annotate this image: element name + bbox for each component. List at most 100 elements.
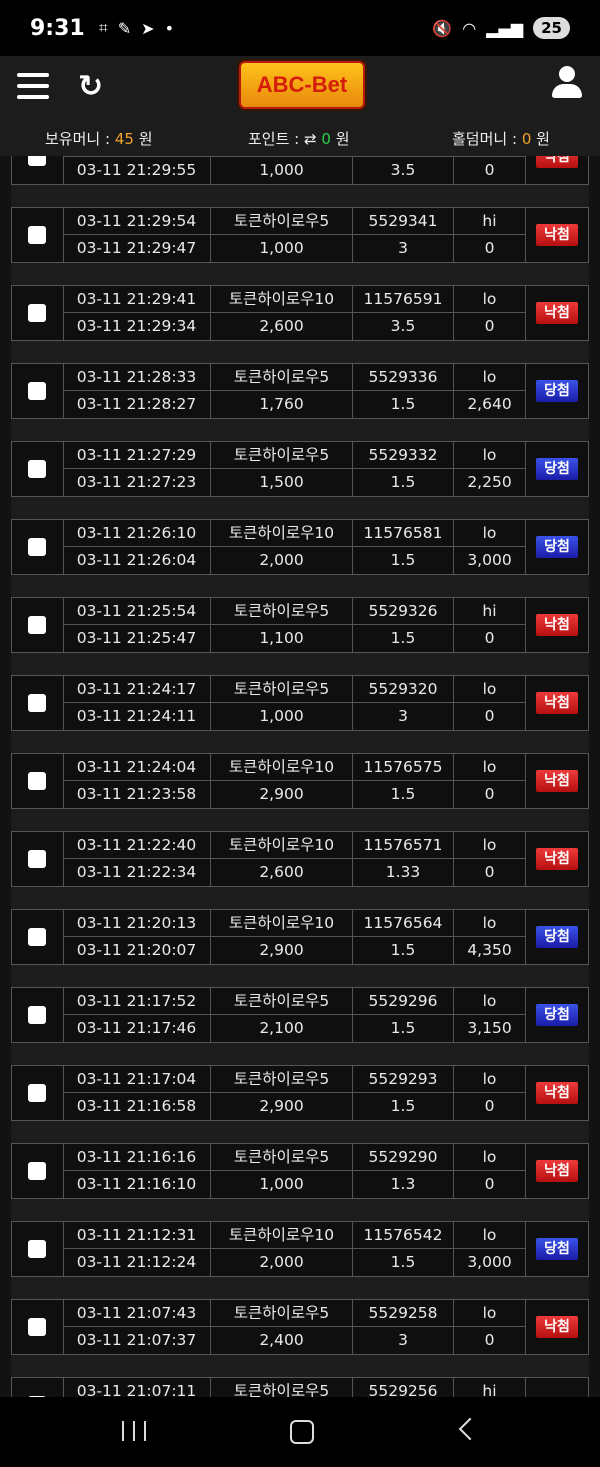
- holdem-balance: 홀덤머니 : 0 원: [452, 128, 550, 149]
- system-icons: 🔇 ◠ ▂▄▆ 25: [432, 17, 570, 39]
- row-separator: [11, 1121, 589, 1143]
- bet-amount: 1,000: [211, 235, 353, 262]
- pick: hi: [454, 208, 526, 235]
- result-badge[interactable]: 낙첨: [536, 770, 578, 792]
- result-cell: 낙첨: [526, 598, 588, 652]
- result-badge[interactable]: 낙첨: [536, 224, 578, 246]
- user-icon[interactable]: [550, 66, 584, 100]
- bet-checkbox[interactable]: [28, 304, 46, 322]
- game-name: 토큰하이로우10: [211, 1222, 353, 1249]
- result-badge[interactable]: 낙첨: [536, 1316, 578, 1338]
- checkbox-cell: [12, 1378, 64, 1397]
- settle-time: 03-11 21:17:46: [63, 1015, 211, 1042]
- holdem-value: 0: [521, 130, 532, 148]
- odds: 1.5: [353, 391, 454, 418]
- payout: 0: [454, 1093, 526, 1120]
- game-name: 토큰하이로우5: [211, 364, 353, 391]
- result-badge[interactable]: 낙첨: [536, 848, 578, 870]
- pick: lo: [454, 1066, 526, 1093]
- bet-time: 03-11 21:07:11: [63, 1378, 211, 1397]
- point-unit: 원: [335, 130, 350, 148]
- game-name: 토큰하이로우10: [211, 754, 353, 781]
- bet-amount: 2,900: [211, 781, 353, 808]
- settle-time: 03-11 21:29:55: [63, 157, 211, 184]
- bet-checkbox[interactable]: [28, 382, 46, 400]
- settle-time: 03-11 21:27:23: [63, 469, 211, 496]
- result-badge[interactable]: 낙첨: [536, 156, 578, 168]
- bet-checkbox[interactable]: [28, 1162, 46, 1180]
- checkbox-cell: [12, 208, 64, 262]
- pick: lo: [454, 364, 526, 391]
- result-badge[interactable]: 당첨: [536, 1004, 578, 1026]
- odds: 3: [353, 703, 454, 730]
- round-number: 11576564: [353, 910, 454, 937]
- bet-checkbox[interactable]: [28, 156, 46, 166]
- bet-checkbox[interactable]: [28, 226, 46, 244]
- payout: 3,000: [454, 1249, 526, 1276]
- settle-time: 03-11 21:24:11: [63, 703, 211, 730]
- pick: lo: [454, 832, 526, 859]
- system-nav-bar: [0, 1397, 600, 1467]
- round-number: 5529296: [353, 988, 454, 1015]
- bet-checkbox[interactable]: [28, 772, 46, 790]
- bet-checkbox[interactable]: [28, 1084, 46, 1102]
- result-badge[interactable]: 당첨: [536, 926, 578, 948]
- payout: 2,640: [454, 391, 526, 418]
- recent-apps-icon[interactable]: [122, 1421, 146, 1441]
- odds: 1.5: [353, 1015, 454, 1042]
- balance-bar: 보유머니 : 45 원 포인트 : ⇄ 0 원 홀덤머니 : 0 원: [0, 118, 600, 156]
- bet-checkbox[interactable]: [28, 1006, 46, 1024]
- result-cell: 낙첨: [526, 832, 588, 886]
- settle-time: 03-11 21:29:34: [63, 313, 211, 340]
- result-badge[interactable]: 낙첨: [536, 302, 578, 324]
- refresh-icon[interactable]: ↻: [78, 69, 103, 104]
- exchange-icon[interactable]: ⇄: [304, 130, 317, 148]
- clock: 9:31: [30, 15, 85, 41]
- bet-amount: 1,000: [211, 703, 353, 730]
- settle-time: 03-11 21:25:47: [63, 625, 211, 652]
- result-badge[interactable]: 낙첨: [536, 1082, 578, 1104]
- bet-row: 03-11 21:12:31 토큰하이로우10 11576542 lo 03-11 21…: [11, 1221, 589, 1277]
- bet-time: 03-11 21:28:33: [63, 364, 211, 391]
- bet-checkbox[interactable]: [28, 538, 46, 556]
- bet-checkbox[interactable]: [28, 616, 46, 634]
- logo[interactable]: ABC-Bet: [239, 61, 365, 109]
- checkbox-cell: [12, 1144, 64, 1198]
- result-badge[interactable]: 낙첨: [536, 1160, 578, 1182]
- row-separator: [11, 263, 589, 285]
- bet-checkbox[interactable]: [28, 1240, 46, 1258]
- game-name: 토큰하이로우10: [211, 286, 353, 313]
- result-badge[interactable]: 당첨: [536, 536, 578, 558]
- bet-amount: 2,400: [211, 1327, 353, 1354]
- bet-checkbox[interactable]: [28, 928, 46, 946]
- money-unit: 원: [138, 130, 153, 148]
- bet-amount: 1,100: [211, 625, 353, 652]
- back-icon[interactable]: [458, 1417, 482, 1441]
- result-badge[interactable]: 당첨: [536, 458, 578, 480]
- checkbox-cell: [12, 364, 64, 418]
- bet-checkbox[interactable]: [28, 850, 46, 868]
- result-badge[interactable]: 당첨: [536, 1238, 578, 1260]
- bet-amount: 1,760: [211, 391, 353, 418]
- checkbox-cell: [12, 754, 64, 808]
- payout: 2,250: [454, 469, 526, 496]
- bet-history-list[interactable]: 03-11 21:29:55 1,000 3.5 0 낙첨 03-11 21:29:54 토…: [0, 156, 600, 1397]
- result-cell: 낙첨: [526, 1300, 588, 1354]
- result-badge[interactable]: 당첨: [536, 380, 578, 402]
- app-header: ↻ ABC-Bet: [0, 56, 600, 118]
- bet-checkbox[interactable]: [28, 460, 46, 478]
- screenshot-icon: ⌗: [98, 18, 108, 37]
- result-badge[interactable]: 낙첨: [536, 692, 578, 714]
- bet-time: 03-11 21:24:17: [63, 676, 211, 703]
- odds: 1.5: [353, 781, 454, 808]
- bet-checkbox[interactable]: [28, 694, 46, 712]
- round-number: 5529258: [353, 1300, 454, 1327]
- menu-icon[interactable]: [17, 73, 49, 99]
- result-badge[interactable]: 낙첨: [536, 614, 578, 636]
- row-separator: [11, 1277, 589, 1299]
- game-name: 토큰하이로우5: [211, 1066, 353, 1093]
- round-number: 11576575: [353, 754, 454, 781]
- bet-checkbox[interactable]: [28, 1318, 46, 1336]
- home-icon[interactable]: [290, 1420, 314, 1444]
- row-separator: [11, 1355, 589, 1377]
